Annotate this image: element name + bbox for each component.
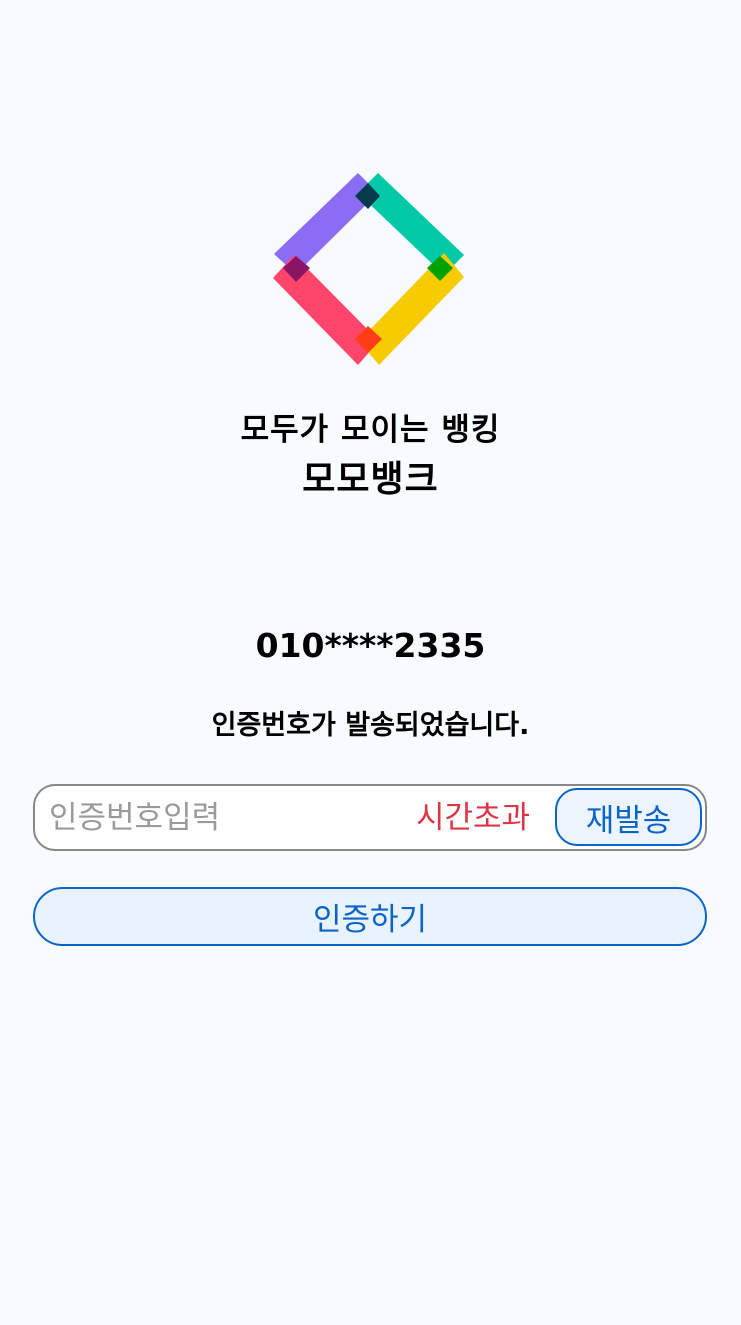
masked-phone-number: 010****2335 (255, 626, 486, 665)
tagline: 모두가 모이는 뱅킹 (240, 412, 501, 448)
verify-button[interactable]: 인증하기 (33, 887, 707, 946)
logo-bar-purple (274, 173, 378, 274)
verification-code-field: 시간초과 재발송 (33, 784, 707, 851)
verification-code-input[interactable] (49, 794, 389, 841)
momo-bank-logo (273, 173, 464, 365)
brand-name: 모모뱅크 (302, 459, 439, 500)
resend-button[interactable]: 재발송 (555, 788, 702, 846)
timer-status: 시간초과 (416, 800, 531, 836)
code-sent-message: 인증번호가 발송되었습니다. (211, 710, 530, 741)
